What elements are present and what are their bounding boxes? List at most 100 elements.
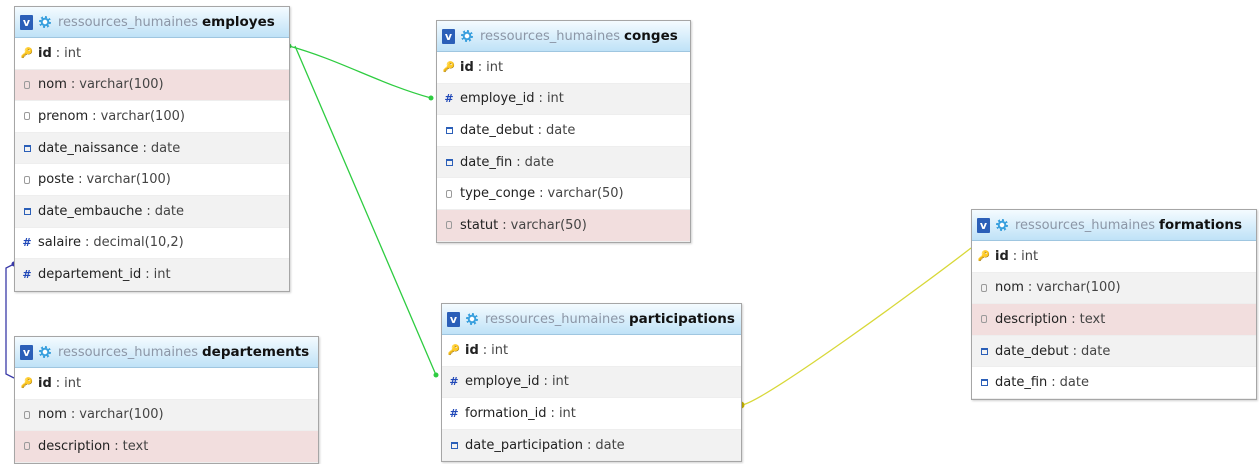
gear-icon[interactable]	[39, 346, 51, 358]
table-conges[interactable]: v ressources_humaines conges 🔑 id: int # employ…	[436, 20, 691, 243]
table-column-row[interactable]: 🔑 id: int	[972, 241, 1256, 273]
table-column-row[interactable]: # employe_id: int	[437, 83, 690, 116]
table-column-row[interactable]: description: text	[972, 304, 1256, 336]
table-column-row[interactable]: 🔑 id: int	[15, 38, 289, 70]
database-name: ressources_humaines	[58, 14, 199, 30]
table-column-row[interactable]: # employe_id: int	[442, 366, 741, 399]
database-name: ressources_humaines	[58, 344, 199, 360]
table-column-row[interactable]: date_fin: date	[437, 146, 690, 179]
text-field-icon	[978, 283, 990, 292]
gear-icon[interactable]	[461, 30, 473, 42]
text-field-icon	[443, 221, 455, 230]
column-name: salaire	[38, 235, 81, 251]
text-field-icon	[21, 112, 33, 121]
toggle-v-icon[interactable]: v	[447, 311, 460, 327]
column-name: prenom	[38, 108, 89, 124]
toggle-v-icon[interactable]: v	[977, 217, 990, 233]
relation-employes-departements	[5, 263, 15, 379]
table-column-row[interactable]: 🔑 id: int	[442, 335, 741, 367]
table-column-row[interactable]: nom: varchar(100)	[15, 399, 318, 432]
table-column-row[interactable]: date_naissance: date	[15, 132, 289, 165]
table-column-row[interactable]: nom: varchar(100)	[15, 69, 289, 102]
calendar-icon	[978, 347, 990, 355]
column-type: date	[524, 154, 554, 170]
column-separator: :	[92, 108, 97, 124]
table-column-row[interactable]: date_debut: date	[437, 115, 690, 147]
table-name: employes	[202, 14, 275, 30]
table-header[interactable]: v ressources_humaines formations	[972, 210, 1256, 241]
table-column-row[interactable]: nom: varchar(100)	[972, 272, 1256, 305]
table-header[interactable]: v ressources_humaines departements	[15, 337, 318, 368]
table-column-row[interactable]: prenom: varchar(100)	[15, 101, 289, 133]
column-separator: :	[586, 437, 592, 453]
relation-employes-participations	[294, 45, 437, 376]
table-column-row[interactable]: # departement_id: int	[15, 259, 289, 291]
column-name: nom	[995, 280, 1024, 296]
table-name: formations	[1159, 217, 1242, 233]
column-separator: :	[114, 438, 119, 454]
column-name: id	[465, 342, 479, 358]
calendar-icon	[443, 158, 455, 166]
column-name: departement_id	[38, 266, 142, 282]
table-departements[interactable]: v ressources_humaines departements 🔑 id: int n…	[14, 336, 319, 464]
column-type: int	[64, 375, 82, 391]
toggle-v-icon[interactable]: v	[20, 344, 33, 360]
table-employes[interactable]: v ressources_humaines employes 🔑 id: int nom: v…	[14, 6, 290, 292]
column-separator: :	[537, 122, 543, 138]
table-column-row[interactable]: description: text	[15, 431, 318, 463]
table-column-row[interactable]: statut: varchar(50)	[437, 209, 690, 242]
column-type: varchar(50)	[510, 217, 587, 233]
number-icon: #	[22, 236, 32, 250]
toggle-v-icon[interactable]: v	[20, 14, 33, 30]
text-field-icon	[978, 315, 990, 324]
relation-end-dot	[433, 372, 439, 378]
table-header[interactable]: v ressources_humaines conges	[437, 21, 690, 52]
key-icon: 🔑	[447, 344, 461, 356]
column-name: description	[995, 311, 1068, 327]
gear-icon[interactable]	[466, 313, 478, 325]
table-column-row[interactable]: type_conge: varchar(50)	[437, 178, 690, 210]
column-separator: :	[70, 77, 76, 93]
column-type: date	[595, 437, 625, 453]
table-column-row[interactable]: date_participation: date	[442, 429, 741, 462]
column-separator: :	[482, 342, 488, 358]
text-field-icon	[21, 80, 33, 89]
table-column-row[interactable]: # salaire: decimal(10,2)	[15, 227, 289, 260]
table-column-row[interactable]: date_debut: date	[972, 335, 1256, 368]
column-separator: :	[55, 45, 61, 61]
number-icon: #	[449, 375, 459, 389]
table-column-row[interactable]: date_fin: date	[972, 367, 1256, 399]
column-name: description	[38, 438, 111, 454]
column-name: date_fin	[995, 375, 1048, 391]
table-participations[interactable]: v ressources_humaines participations 🔑 id: in…	[441, 303, 742, 463]
table-name: participations	[629, 311, 735, 327]
column-type: int	[153, 266, 171, 282]
toggle-v-icon[interactable]: v	[442, 28, 455, 44]
gear-icon[interactable]	[39, 16, 51, 28]
database-name: ressources_humaines	[1015, 217, 1156, 233]
column-type: int	[64, 45, 82, 61]
column-type: int	[558, 405, 576, 421]
column-type: varchar(50)	[547, 186, 624, 202]
calendar-icon	[978, 379, 990, 387]
column-name: date_debut	[995, 343, 1069, 359]
table-column-row[interactable]: 🔑 id: int	[15, 368, 318, 400]
table-column-row[interactable]: 🔑 id: int	[437, 52, 690, 84]
table-formations[interactable]: v ressources_humaines formations 🔑 id: int nom…	[971, 209, 1257, 400]
table-column-row[interactable]: date_embauche: date	[15, 195, 289, 228]
table-header[interactable]: v ressources_humaines employes	[15, 7, 289, 38]
column-type: varchar(100)	[100, 108, 185, 124]
relation-participations-formations	[740, 247, 972, 406]
table-header[interactable]: v ressources_humaines participations	[442, 304, 741, 335]
column-separator: :	[1012, 248, 1018, 264]
table-column-row[interactable]: poste: varchar(100)	[15, 164, 289, 196]
column-type: date	[1081, 343, 1111, 359]
gear-icon[interactable]	[996, 219, 1008, 231]
column-type: int	[546, 91, 564, 107]
column-name: nom	[38, 77, 67, 93]
column-type: int	[486, 59, 504, 75]
table-column-row[interactable]: # formation_id: int	[442, 398, 741, 430]
column-type: varchar(100)	[1036, 280, 1121, 296]
column-separator: :	[1051, 375, 1056, 391]
number-icon: #	[444, 92, 454, 106]
